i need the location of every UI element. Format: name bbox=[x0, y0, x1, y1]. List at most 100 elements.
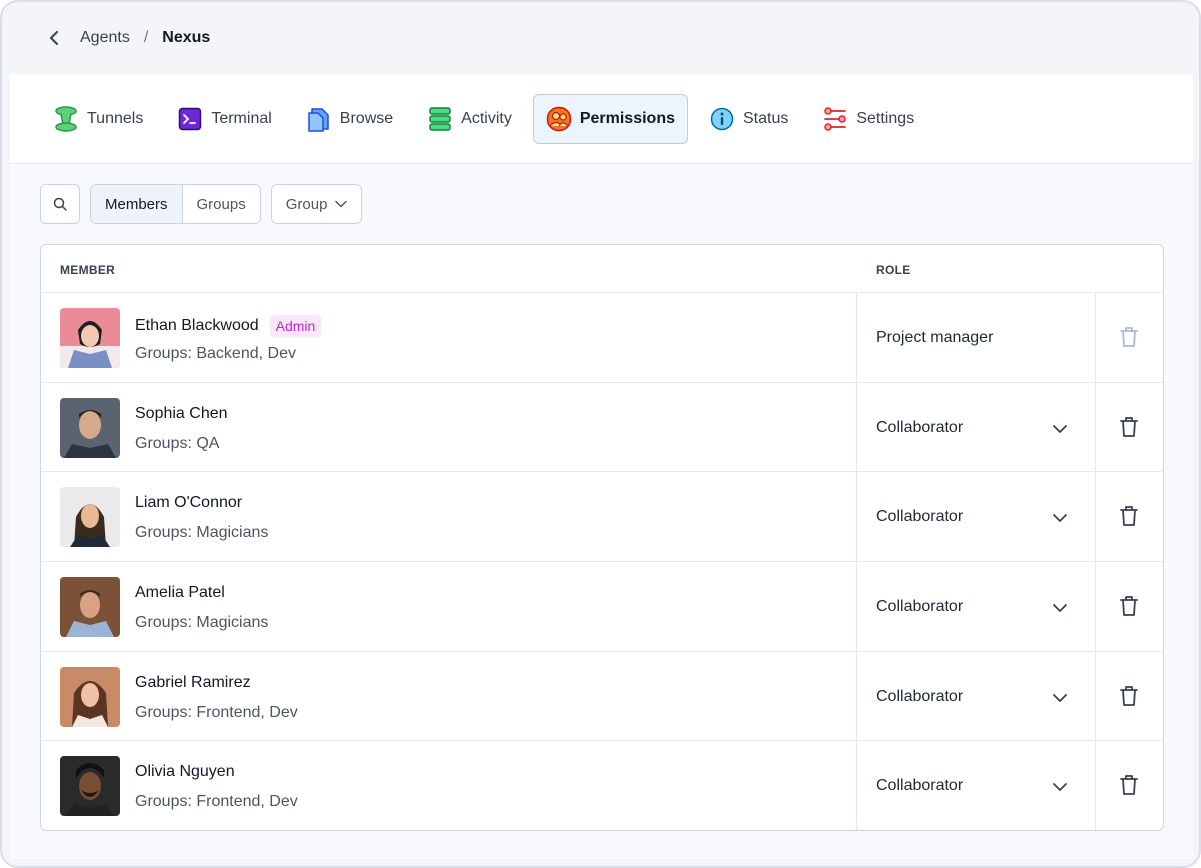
trash-icon bbox=[1120, 685, 1138, 706]
breadcrumb-agents[interactable]: Agents bbox=[80, 29, 130, 47]
member-group-toggle: Members Groups bbox=[90, 184, 261, 224]
member-groups: Groups: Frontend, Dev bbox=[135, 793, 298, 811]
group-filter-dropdown[interactable]: Group bbox=[270, 184, 363, 224]
terminal-icon bbox=[177, 106, 203, 132]
role-dropdown-chevron-icon[interactable] bbox=[1051, 420, 1069, 438]
members-toggle-button[interactable]: Members bbox=[91, 185, 183, 223]
trash-icon bbox=[1120, 327, 1138, 347]
avatar bbox=[60, 756, 120, 817]
breadcrumb-current: Nexus bbox=[162, 29, 211, 46]
search-icon bbox=[53, 197, 67, 211]
column-divider bbox=[1095, 472, 1096, 562]
member-role: Collaborator bbox=[876, 777, 964, 795]
column-divider bbox=[856, 382, 857, 472]
avatar bbox=[60, 666, 120, 727]
groups-toggle-button[interactable]: Groups bbox=[182, 185, 260, 223]
search-button[interactable] bbox=[40, 184, 80, 224]
trash-icon bbox=[1120, 506, 1138, 527]
admin-badge: Admin bbox=[269, 315, 322, 337]
column-header-member: MEMBER bbox=[60, 263, 116, 277]
tab-activity[interactable]: Activity bbox=[414, 94, 525, 144]
member-name-text: Olivia Nguyen bbox=[135, 763, 235, 781]
delete-member-button[interactable] bbox=[1119, 595, 1139, 617]
avatar bbox=[60, 487, 120, 548]
member-groups: Groups: Frontend, Dev bbox=[135, 703, 298, 721]
column-divider bbox=[856, 472, 857, 562]
info-icon bbox=[709, 106, 735, 132]
member-name-text: Ethan Blackwood bbox=[135, 317, 259, 334]
delete-member-button[interactable] bbox=[1119, 774, 1139, 796]
member-name-text: Gabriel Ramirez bbox=[135, 673, 251, 691]
column-divider bbox=[1095, 741, 1096, 830]
tab-bar: Tunnels Terminal Browse Activity Permiss… bbox=[10, 74, 1193, 164]
member-name: Sophia Chen bbox=[135, 405, 228, 423]
tab-browse[interactable]: Browse bbox=[293, 94, 406, 144]
member-role: Collaborator bbox=[876, 598, 964, 616]
header: Agents / Nexus bbox=[2, 2, 1199, 74]
role-dropdown-chevron-icon[interactable] bbox=[1051, 599, 1069, 617]
tab-label: Permissions bbox=[579, 109, 675, 127]
column-divider bbox=[856, 293, 857, 382]
column-divider bbox=[1095, 382, 1096, 472]
delete-member-button[interactable] bbox=[1119, 505, 1139, 527]
back-chevron-icon[interactable] bbox=[46, 30, 62, 46]
member-groups: Groups: Backend, Dev bbox=[135, 345, 296, 362]
delete-member-button[interactable] bbox=[1119, 416, 1139, 438]
member-role: Collaborator bbox=[876, 687, 964, 705]
column-divider bbox=[856, 562, 857, 651]
member-role: Collaborator bbox=[876, 508, 964, 526]
column-divider bbox=[1095, 562, 1096, 651]
breadcrumb-separator: / bbox=[143, 29, 149, 46]
tab-permissions[interactable]: Permissions bbox=[532, 93, 688, 144]
permissions-icon bbox=[546, 106, 572, 132]
member-groups: Groups: Magicians bbox=[135, 524, 269, 542]
tab-label: Browse bbox=[339, 109, 394, 127]
member-name: Ethan Blackwood Admin bbox=[135, 315, 322, 337]
avatar bbox=[60, 577, 120, 638]
column-divider bbox=[1095, 651, 1096, 741]
member-role: Project manager bbox=[876, 329, 994, 346]
table-row: Ethan Blackwood Admin Groups: Backend, D… bbox=[41, 293, 1163, 383]
role-dropdown-chevron-icon[interactable] bbox=[1051, 689, 1069, 707]
member-name-text: Liam O'Connor bbox=[135, 494, 243, 512]
avatar bbox=[60, 397, 120, 458]
tab-settings[interactable]: Settings bbox=[809, 94, 927, 144]
column-divider bbox=[1095, 293, 1096, 382]
tab-label: Terminal bbox=[211, 109, 272, 127]
role-dropdown-chevron-icon[interactable] bbox=[1051, 509, 1069, 527]
activity-icon bbox=[427, 106, 453, 132]
member-name-text: Sophia Chen bbox=[135, 404, 228, 422]
delete-member-button[interactable] bbox=[1119, 685, 1139, 707]
trash-icon bbox=[1120, 775, 1138, 796]
table-header: MEMBER ROLE bbox=[41, 245, 1163, 293]
trash-icon bbox=[1120, 596, 1138, 616]
chevron-down-icon bbox=[335, 200, 348, 208]
member-role: Collaborator bbox=[876, 418, 964, 436]
tab-label: Tunnels bbox=[87, 109, 144, 127]
settings-icon bbox=[822, 106, 848, 132]
role-dropdown-chevron-icon[interactable] bbox=[1051, 778, 1069, 796]
trash-icon bbox=[1120, 416, 1138, 437]
tab-status[interactable]: Status bbox=[696, 94, 801, 144]
tab-label: Settings bbox=[856, 109, 915, 127]
table-row: Gabriel Ramirez Groups: Frontend, Dev Co… bbox=[41, 651, 1163, 742]
member-name: Liam O'Connor bbox=[135, 494, 242, 512]
member-name: Amelia Patel bbox=[135, 584, 225, 602]
delete-member-button bbox=[1119, 326, 1139, 348]
group-filter-label: Group bbox=[285, 195, 328, 213]
members-table: MEMBER ROLE Ethan Blackwood Admin Groups… bbox=[40, 244, 1164, 831]
member-groups: Groups: QA bbox=[135, 434, 220, 452]
tab-label: Activity bbox=[461, 109, 512, 127]
table-row: Liam O'Connor Groups: Magicians Collabor… bbox=[41, 472, 1163, 563]
table-row: Olivia Nguyen Groups: Frontend, Dev Coll… bbox=[41, 741, 1163, 830]
main-panel: Tunnels Terminal Browse Activity Permiss… bbox=[10, 74, 1193, 859]
table-row: Sophia Chen Groups: QA Collaborator bbox=[41, 382, 1163, 473]
member-name: Olivia Nguyen bbox=[135, 763, 235, 781]
tab-tunnels[interactable]: Tunnels bbox=[40, 94, 156, 144]
tab-terminal[interactable]: Terminal bbox=[164, 94, 284, 144]
toolbar: Members Groups Group bbox=[40, 184, 363, 224]
member-name: Gabriel Ramirez bbox=[135, 674, 251, 692]
column-divider bbox=[856, 651, 857, 741]
avatar bbox=[60, 308, 120, 368]
app-window: Agents / Nexus Tunnels Terminal Browse A… bbox=[0, 0, 1201, 868]
